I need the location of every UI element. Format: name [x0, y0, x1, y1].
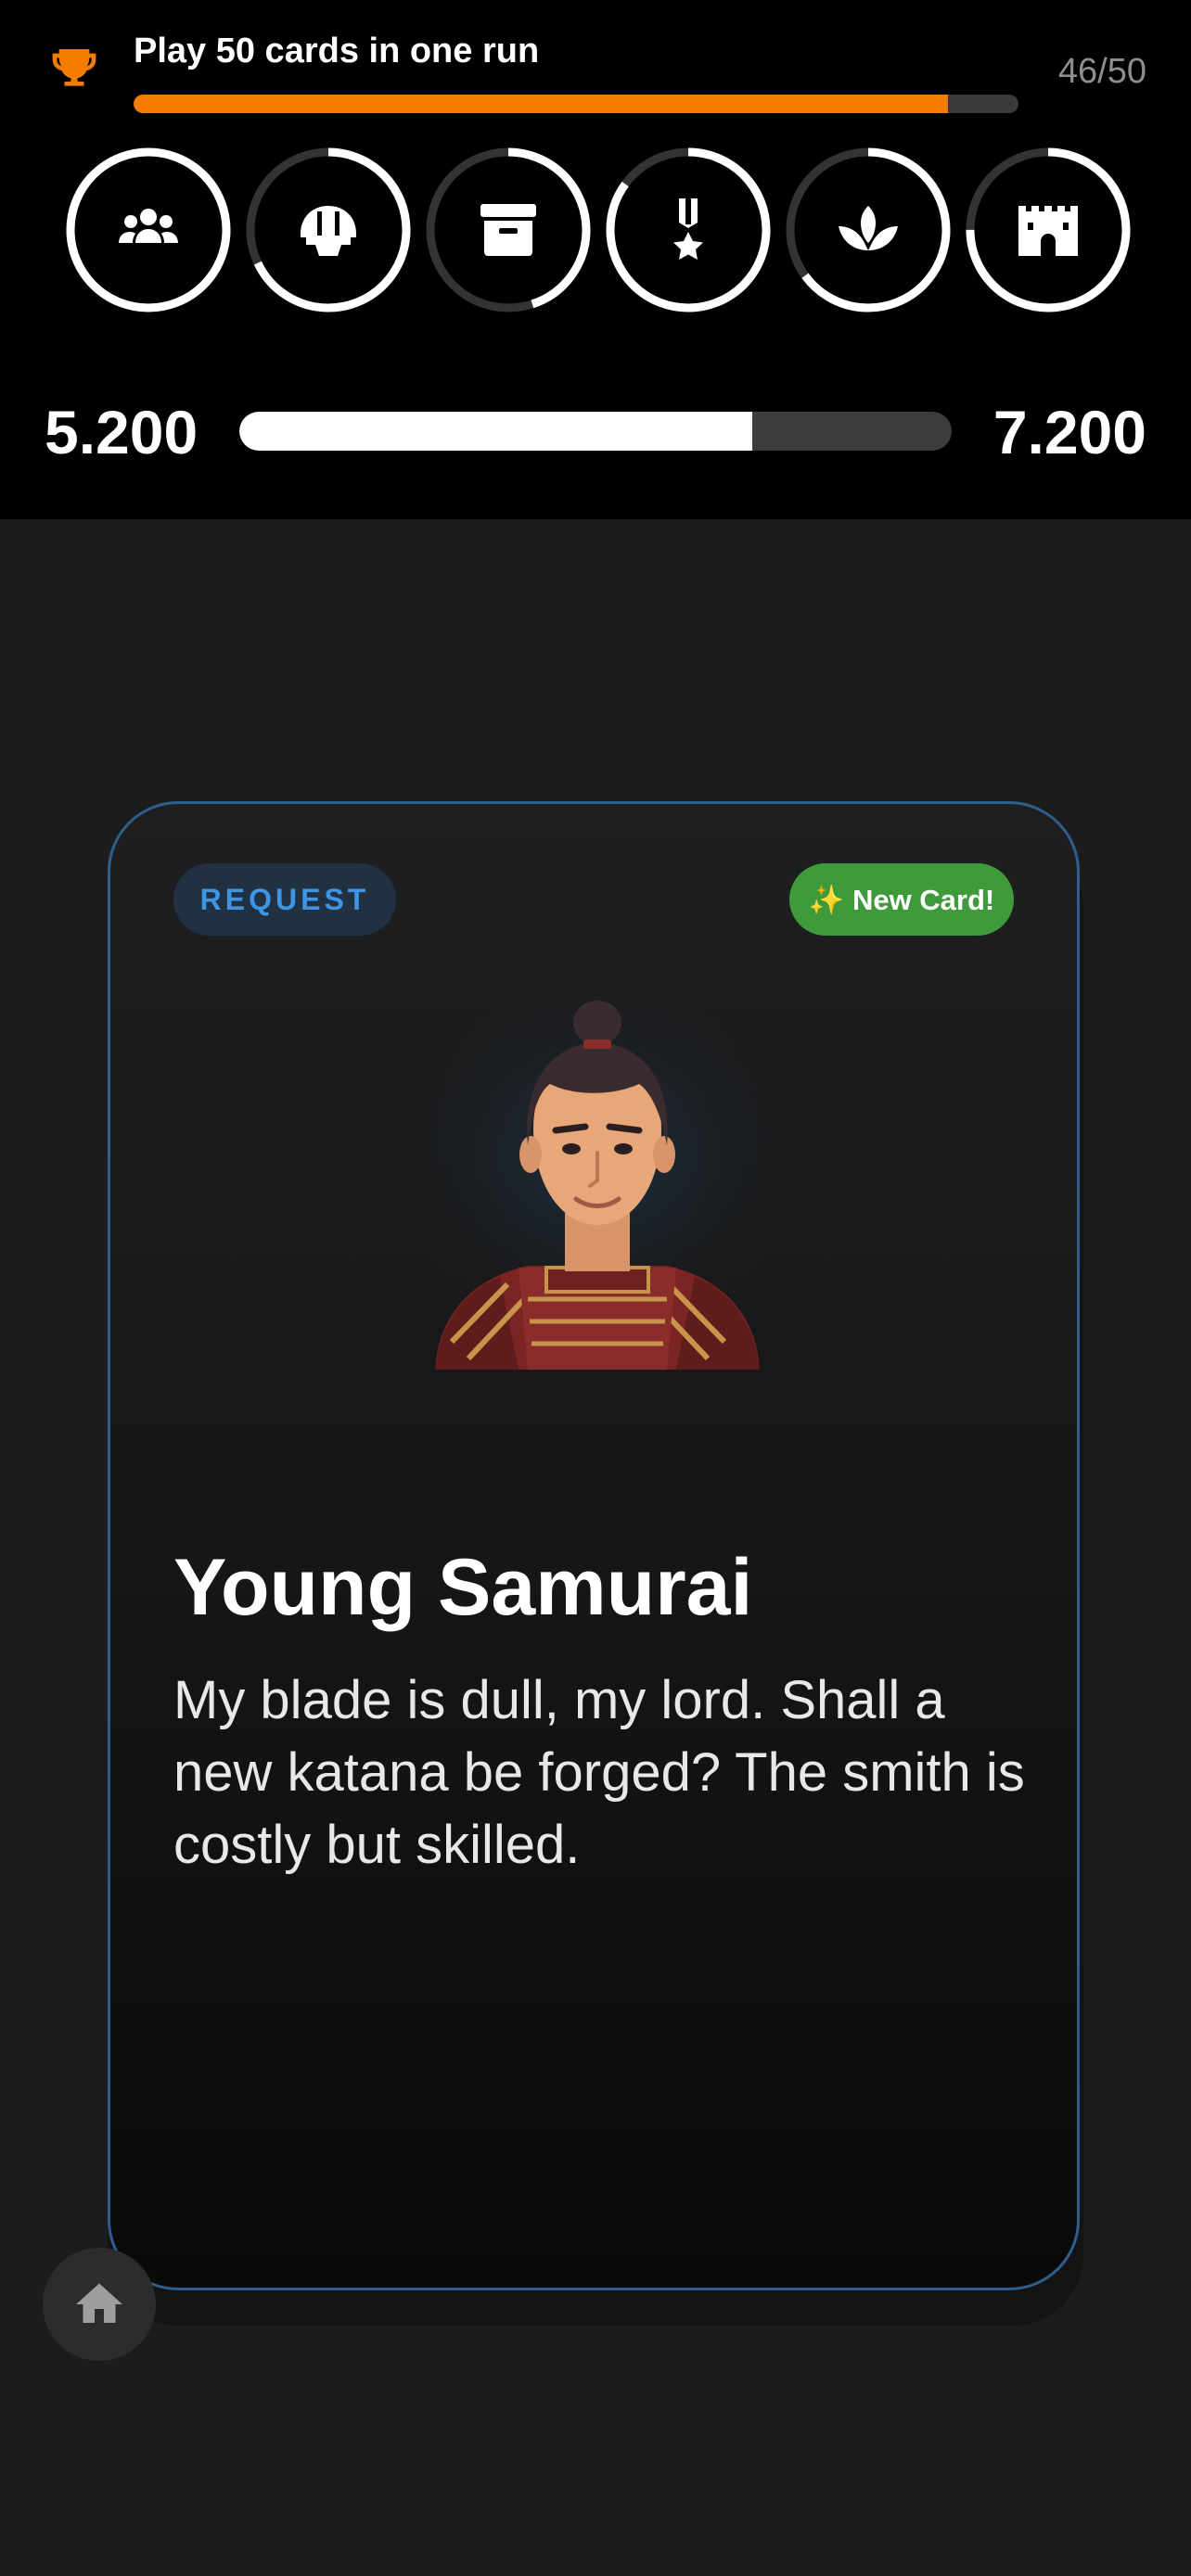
stat-honor — [603, 145, 774, 315]
castle-icon — [1018, 206, 1078, 256]
score-current: 5.200 — [45, 398, 198, 466]
lotus-icon — [839, 206, 898, 250]
achievement-title: Play 50 cards in one run — [134, 32, 540, 70]
medal-icon — [673, 198, 703, 260]
card-character-name: Young Samurai — [173, 1543, 753, 1632]
achievement-progress-fill — [134, 95, 948, 113]
new-card-badge: ✨ New Card! — [789, 863, 1014, 936]
score-goal: 7.200 — [992, 398, 1146, 466]
stat-military — [243, 145, 414, 315]
score-progress-fill — [239, 412, 752, 451]
stat-people — [63, 145, 234, 315]
status-panel: Play 50 cards in one run 46/50 5.200 7.2… — [0, 0, 1191, 519]
archive-box-icon — [480, 204, 536, 256]
young-samurai-portrait — [384, 989, 811, 1370]
helmet-icon — [301, 206, 356, 256]
score-progress-bar — [239, 412, 952, 451]
stat-meters — [0, 145, 1191, 315]
home-button[interactable] — [43, 2248, 156, 2361]
stat-fortress — [963, 145, 1133, 315]
card-dialogue-text: My blade is dull, my lord. Shall a new k… — [173, 1670, 1025, 1875]
achievement-progress-bar — [134, 95, 1018, 113]
achievement-count: 46/50 — [1057, 52, 1146, 91]
home-icon — [76, 2283, 122, 2323]
people-icon — [119, 209, 178, 243]
event-card[interactable]: REQUEST ✨ New Card! Young Samurai My bla… — [108, 801, 1080, 2290]
stat-treasury — [423, 145, 594, 315]
card-type-badge: REQUEST — [173, 863, 396, 936]
stat-faith — [783, 145, 954, 315]
trophy-icon — [52, 49, 96, 86]
